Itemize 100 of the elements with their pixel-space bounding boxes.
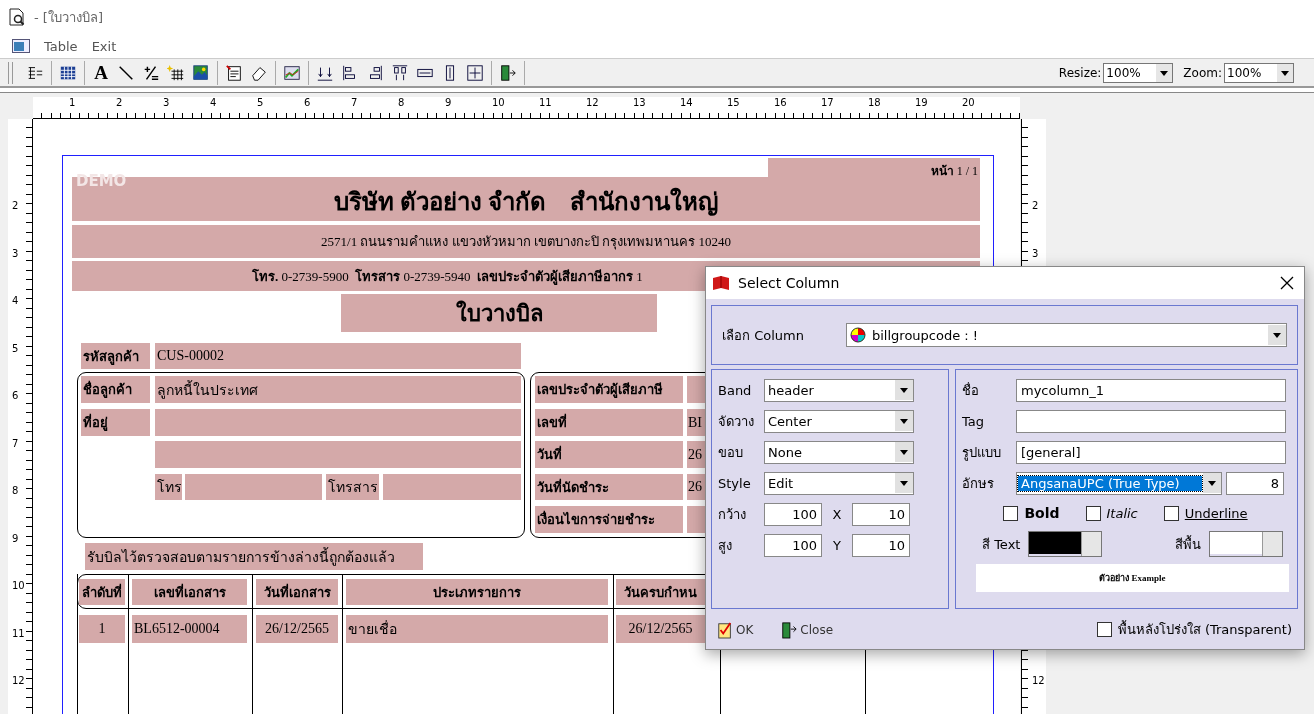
- chart-icon[interactable]: [283, 63, 301, 82]
- axis-label: Y: [832, 537, 842, 553]
- text-field[interactable]: mycolumn_1: [1016, 378, 1286, 402]
- ruler-number: 4: [210, 97, 217, 108]
- zoom-dropdown[interactable]: 100%: [1224, 62, 1294, 83]
- ruler-number: 2: [1032, 200, 1039, 211]
- checkbox[interactable]: [1163, 505, 1179, 521]
- checkbox-label: พื้นหลังโปร่งใส (Transparent): [1117, 619, 1292, 639]
- field-label: รูปแบบ: [962, 443, 1002, 463]
- menu-item[interactable]: Table: [44, 38, 78, 54]
- checkbox[interactable]: [1003, 505, 1019, 521]
- field-value: ลูกหนี้ในประเทศ: [155, 376, 521, 403]
- table-cell: BL6512-00004: [132, 615, 247, 643]
- ruler-number: 3: [163, 97, 170, 108]
- field-label: สูง: [718, 536, 733, 556]
- menu-item[interactable]: Exit: [91, 38, 117, 54]
- checklist-icon: [717, 620, 733, 639]
- field-label: สี Text: [982, 535, 1021, 554]
- field-label: โทร: [155, 474, 182, 500]
- text-tool-button[interactable]: A: [92, 61, 110, 84]
- caret-icon: [1277, 63, 1293, 82]
- color-picker[interactable]: [1209, 531, 1283, 557]
- field-label: Style: [718, 475, 752, 491]
- grid-sparkle-icon[interactable]: [167, 63, 185, 82]
- picture-icon[interactable]: [192, 63, 210, 82]
- dropdown[interactable]: Center: [764, 409, 914, 433]
- empty-field: [687, 376, 705, 403]
- table-cell: ขายเชื่อ: [346, 615, 608, 643]
- resize-label: Resize:: [1058, 65, 1102, 80]
- field-label: ขอบ: [718, 443, 744, 462]
- dropdown[interactable]: None: [764, 440, 914, 464]
- caret-icon: [895, 380, 913, 400]
- table-cell: 1: [79, 615, 125, 643]
- ruler-number: 2: [12, 200, 19, 211]
- dialog-button[interactable]: Close: [781, 620, 834, 639]
- ruler-number: 17: [821, 97, 834, 108]
- ruler-number: 9: [445, 97, 452, 108]
- note-icon[interactable]: [225, 63, 243, 82]
- font-dropdown[interactable]: AngsanaUPC (True Type): [1016, 471, 1222, 495]
- dialog-title: Select Column: [738, 275, 841, 291]
- ruler-number: 11: [12, 627, 25, 639]
- font-preview: ตัวอย่าง Example: [976, 564, 1289, 592]
- column-header: ประเภทรายการ: [346, 579, 608, 605]
- ruler-number: 12: [1032, 675, 1045, 686]
- field-label: วันที่: [535, 441, 683, 468]
- field-value: BI: [687, 409, 705, 436]
- ruler-number: 10: [492, 97, 505, 108]
- checkbox-label: Bold: [1024, 505, 1060, 521]
- number-field[interactable]: 10: [852, 502, 910, 526]
- number-field[interactable]: 10: [852, 533, 910, 557]
- field-label: กว้าง: [718, 505, 747, 524]
- ruler-number: 5: [12, 342, 19, 354]
- field-label: เลขที่: [535, 409, 683, 436]
- axis-label: X: [831, 506, 843, 522]
- field-label: รหัสลูกค้า: [81, 343, 150, 369]
- checkbox[interactable]: [1096, 622, 1112, 637]
- text-field[interactable]: [general]: [1016, 440, 1286, 464]
- field-label: อักษร: [962, 474, 995, 493]
- number-field[interactable]: 100: [764, 533, 822, 557]
- field-label: เลือก Column: [722, 326, 805, 345]
- ruler-number: 18: [868, 97, 881, 108]
- dropdown[interactable]: Edit: [764, 471, 914, 495]
- caret-icon: [895, 411, 913, 431]
- column-header: วันที่เอกสาร: [256, 579, 338, 605]
- column-header: เลขที่เอกสาร: [132, 579, 247, 605]
- ruler-number: 4: [12, 295, 19, 306]
- empty-field: [687, 506, 705, 533]
- dialog-button[interactable]: OK: [717, 620, 754, 639]
- font-size-field[interactable]: 8: [1226, 471, 1284, 495]
- color-picker[interactable]: [1028, 531, 1103, 557]
- center-icon[interactable]: [466, 63, 484, 82]
- confirmation-note: รับบิลไว้ตรวจสอบตามรายการข้างล่างนี้ถูกต้องแล้ว: [85, 543, 423, 570]
- door-icon[interactable]: [499, 63, 517, 82]
- window-title: - [ใบวางบิล]: [34, 8, 103, 27]
- resize-dropdown[interactable]: 100%: [1103, 62, 1174, 83]
- ruler-number: 16: [774, 97, 787, 108]
- field-value: CUS-00002: [155, 343, 521, 369]
- close-icon[interactable]: [1280, 276, 1294, 290]
- field-label: วันที่นัดชำระ: [535, 474, 683, 500]
- checkbox[interactable]: [1085, 505, 1101, 521]
- document-title: ใบวางบิล: [341, 294, 657, 332]
- column-dropdown[interactable]: billgroupcode : !: [846, 323, 1287, 347]
- text-field[interactable]: [1016, 409, 1286, 433]
- color-wheel-icon: [850, 327, 866, 343]
- dropdown[interactable]: header: [764, 378, 914, 402]
- align-top-icon[interactable]: [391, 63, 409, 82]
- number-field[interactable]: 100: [764, 502, 822, 526]
- field-label: สีพื้น: [1175, 534, 1201, 554]
- caret-icon: [1156, 63, 1173, 82]
- ruler-number: 3: [12, 247, 19, 259]
- contact-info: โทร. 0-2739-5900 โทรสาร 0-2739-5940 เลขประจำตัวผู้เสียภาษีอากร 1: [252, 267, 643, 287]
- zoom-label: Zoom:: [1183, 65, 1222, 80]
- caret-icon: [895, 442, 913, 462]
- ruler-number: 7: [351, 97, 358, 108]
- line-icon[interactable]: [117, 63, 135, 82]
- field-label: เงื่อนไขการจ่ายชำระ: [535, 506, 683, 533]
- field-label: จัดวาง: [718, 412, 755, 431]
- ruler-number: 1: [69, 97, 76, 108]
- checkbox-label: Italic: [1106, 505, 1138, 521]
- company-name: บริษัท ตัวอย่าง จำกัด สำนักงานใหญ่: [334, 186, 718, 218]
